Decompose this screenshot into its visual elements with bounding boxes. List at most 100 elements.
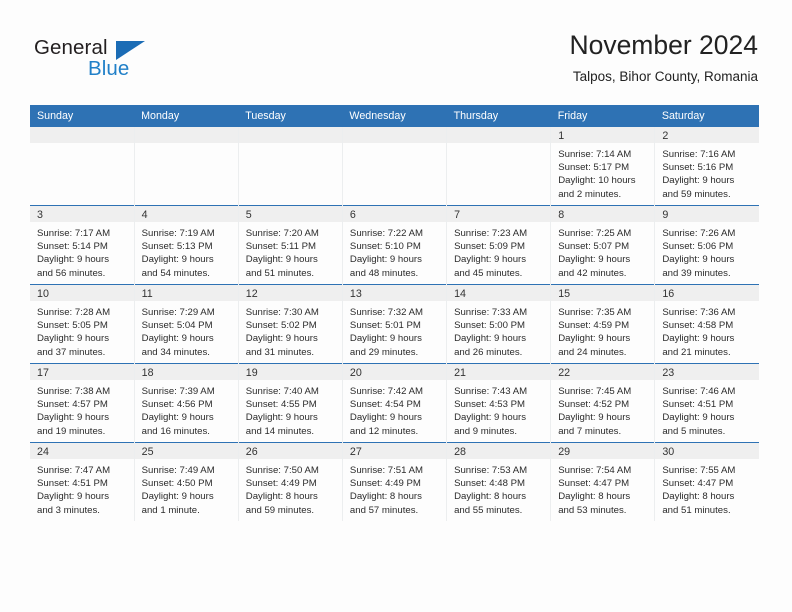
- calendar-week-row: 3 Sunrise: 7:17 AM Sunset: 5:14 PM Daylight…: [30, 205, 759, 285]
- day-sun-info: Sunrise: 7:39 AM Sunset: 4:56 PM Daylight:…: [135, 380, 238, 438]
- sunrise-text: Sunrise: 7:39 AM: [141, 386, 215, 397]
- daylight-text-line1: Daylight: 9 hours: [662, 175, 735, 187]
- calendar-day-cell[interactable]: 21 Sunrise: 7:43 AM Sunset: 4:53 PM Dayligh…: [446, 363, 552, 443]
- calendar-day-cell-empty: [341, 127, 448, 206]
- daylight-text-line1: Daylight: 9 hours: [558, 254, 631, 266]
- day-number: 3: [30, 206, 134, 222]
- day-sun-info: Sunrise: 7:19 AM Sunset: 5:13 PM Daylight:…: [135, 222, 238, 280]
- calendar-day-cell[interactable]: 2 Sunrise: 7:16 AM Sunset: 5:16 PM Daylight…: [654, 127, 759, 206]
- day-number: 30: [655, 443, 759, 459]
- brand-logo[interactable]: General Blue: [34, 36, 214, 86]
- calendar-day-cell[interactable]: 30 Sunrise: 7:55 AM Sunset: 4:47 PM Dayligh…: [654, 442, 759, 521]
- sunrise-text: Sunrise: 7:26 AM: [662, 228, 736, 239]
- daylight-text-line1: Daylight: 8 hours: [662, 491, 735, 503]
- calendar-day-cell[interactable]: 18 Sunrise: 7:39 AM Sunset: 4:56 PM Dayligh…: [133, 363, 239, 443]
- sunrise-text: Sunrise: 7:38 AM: [37, 386, 111, 397]
- day-number: [134, 127, 238, 143]
- daylight-text-line2: and 57 minutes.: [349, 504, 419, 516]
- calendar-week-row: 10 Sunrise: 7:28 AM Sunset: 5:05 PM Dayligh…: [30, 284, 759, 364]
- weekday-header-wednesday: Wednesday: [342, 105, 447, 127]
- sunset-text: Sunset: 5:04 PM: [141, 320, 213, 332]
- day-sun-info: Sunrise: 7:29 AM Sunset: 5:04 PM Daylight:…: [135, 301, 238, 359]
- daylight-text-line1: Daylight: 9 hours: [662, 412, 735, 424]
- calendar-day-cell[interactable]: 12 Sunrise: 7:30 AM Sunset: 5:02 PM Dayligh…: [237, 284, 343, 364]
- day-number: 10: [30, 285, 134, 301]
- calendar-day-cell[interactable]: 16 Sunrise: 7:36 AM Sunset: 4:58 PM Dayligh…: [654, 284, 759, 364]
- calendar-day-cell[interactable]: 1 Sunrise: 7:14 AM Sunset: 5:17 PM Daylight…: [550, 127, 656, 206]
- sunrise-text: Sunrise: 7:23 AM: [454, 228, 528, 239]
- sunrise-text: Sunrise: 7:20 AM: [245, 228, 319, 239]
- day-sun-info: Sunrise: 7:32 AM Sunset: 5:01 PM Daylight:…: [343, 301, 446, 359]
- daylight-text-line2: and 59 minutes.: [245, 504, 315, 516]
- calendar-day-cell[interactable]: 3 Sunrise: 7:17 AM Sunset: 5:14 PM Daylight…: [30, 205, 135, 285]
- sunset-text: Sunset: 4:58 PM: [662, 320, 734, 332]
- sunrise-text: Sunrise: 7:42 AM: [349, 386, 423, 397]
- calendar-week-row: 1 Sunrise: 7:14 AM Sunset: 5:17 PM Daylight…: [30, 127, 759, 206]
- calendar-day-cell[interactable]: 11 Sunrise: 7:29 AM Sunset: 5:04 PM Dayligh…: [133, 284, 239, 364]
- sunset-text: Sunset: 5:01 PM: [349, 320, 421, 332]
- daylight-text-line1: Daylight: 9 hours: [245, 254, 318, 266]
- calendar-day-cell-empty: [30, 127, 135, 206]
- sunrise-text: Sunrise: 7:32 AM: [349, 307, 423, 318]
- day-sun-info: Sunrise: 7:28 AM Sunset: 5:05 PM Daylight:…: [30, 301, 134, 359]
- sunset-text: Sunset: 4:49 PM: [245, 478, 317, 490]
- calendar-day-cell[interactable]: 26 Sunrise: 7:50 AM Sunset: 4:49 PM Dayligh…: [237, 442, 343, 521]
- calendar-day-cell[interactable]: 20 Sunrise: 7:42 AM Sunset: 4:54 PM Dayligh…: [341, 363, 448, 443]
- day-number: [30, 127, 134, 143]
- daylight-text-line1: Daylight: 9 hours: [37, 412, 109, 424]
- sunset-text: Sunset: 4:59 PM: [558, 320, 630, 332]
- daylight-text-line2: and 24 minutes.: [558, 346, 627, 358]
- daylight-text-line1: Daylight: 8 hours: [349, 491, 422, 503]
- day-sun-info: Sunrise: 7:46 AM Sunset: 4:51 PM Daylight:…: [655, 380, 759, 438]
- title-block: November 2024 Talpos, Bihor County, Roma…: [569, 30, 758, 84]
- daylight-text-line1: Daylight: 8 hours: [454, 491, 527, 503]
- calendar-day-cell[interactable]: 9 Sunrise: 7:26 AM Sunset: 5:06 PM Daylight…: [654, 205, 759, 285]
- calendar-day-cell[interactable]: 19 Sunrise: 7:40 AM Sunset: 4:55 PM Dayligh…: [237, 363, 343, 443]
- calendar-day-cell[interactable]: 13 Sunrise: 7:32 AM Sunset: 5:01 PM Dayligh…: [341, 284, 448, 364]
- daylight-text-line2: and 37 minutes.: [37, 346, 106, 358]
- sunset-text: Sunset: 4:56 PM: [141, 399, 213, 411]
- day-number: [447, 127, 551, 143]
- daylight-text-line1: Daylight: 8 hours: [245, 491, 318, 503]
- day-number: [342, 127, 447, 143]
- calendar-day-cell[interactable]: 17 Sunrise: 7:38 AM Sunset: 4:57 PM Dayligh…: [30, 363, 135, 443]
- calendar-day-cell[interactable]: 4 Sunrise: 7:19 AM Sunset: 5:13 PM Daylight…: [133, 205, 239, 285]
- sunrise-text: Sunrise: 7:49 AM: [141, 465, 215, 476]
- calendar-day-cell-empty: [446, 127, 552, 206]
- day-sun-info: Sunrise: 7:49 AM Sunset: 4:50 PM Daylight:…: [135, 459, 238, 517]
- sunrise-text: Sunrise: 7:22 AM: [349, 228, 423, 239]
- calendar-day-cell[interactable]: 27 Sunrise: 7:51 AM Sunset: 4:49 PM Dayligh…: [341, 442, 448, 521]
- daylight-text-line1: Daylight: 9 hours: [558, 412, 631, 424]
- sunrise-text: Sunrise: 7:29 AM: [141, 307, 215, 318]
- calendar-day-cell[interactable]: 10 Sunrise: 7:28 AM Sunset: 5:05 PM Dayligh…: [30, 284, 135, 364]
- calendar-day-cell[interactable]: 23 Sunrise: 7:46 AM Sunset: 4:51 PM Dayligh…: [654, 363, 759, 443]
- calendar-day-cell[interactable]: 29 Sunrise: 7:54 AM Sunset: 4:47 PM Dayligh…: [550, 442, 656, 521]
- daylight-text-line2: and 48 minutes.: [349, 267, 419, 279]
- calendar-day-cell[interactable]: 5 Sunrise: 7:20 AM Sunset: 5:11 PM Daylight…: [237, 205, 343, 285]
- sunrise-text: Sunrise: 7:46 AM: [662, 386, 736, 397]
- calendar-day-cell[interactable]: 15 Sunrise: 7:35 AM Sunset: 4:59 PM Dayligh…: [550, 284, 656, 364]
- sunrise-text: Sunrise: 7:50 AM: [245, 465, 319, 476]
- calendar-day-cell[interactable]: 25 Sunrise: 7:49 AM Sunset: 4:50 PM Dayligh…: [133, 442, 239, 521]
- day-number: 8: [551, 206, 655, 222]
- daylight-text-line1: Daylight: 9 hours: [558, 333, 631, 345]
- daylight-text-line2: and 9 minutes.: [454, 425, 517, 437]
- day-number: [238, 127, 342, 143]
- calendar-day-cell[interactable]: 7 Sunrise: 7:23 AM Sunset: 5:09 PM Daylight…: [446, 205, 552, 285]
- daylight-text-line2: and 51 minutes.: [245, 267, 315, 279]
- calendar-day-cell[interactable]: 6 Sunrise: 7:22 AM Sunset: 5:10 PM Daylight…: [341, 205, 448, 285]
- calendar-day-cell[interactable]: 14 Sunrise: 7:33 AM Sunset: 5:00 PM Dayligh…: [446, 284, 552, 364]
- sunset-text: Sunset: 4:50 PM: [141, 478, 213, 490]
- day-number: 22: [551, 364, 655, 380]
- day-number: 23: [655, 364, 759, 380]
- calendar-day-cell[interactable]: 22 Sunrise: 7:45 AM Sunset: 4:52 PM Dayligh…: [550, 363, 656, 443]
- page-subtitle: Talpos, Bihor County, Romania: [572, 69, 758, 85]
- sunset-text: Sunset: 4:55 PM: [245, 399, 317, 411]
- calendar-day-cell[interactable]: 24 Sunrise: 7:47 AM Sunset: 4:51 PM Dayligh…: [30, 442, 135, 521]
- calendar-day-cell[interactable]: 28 Sunrise: 7:53 AM Sunset: 4:48 PM Dayligh…: [446, 442, 552, 521]
- day-sun-info: Sunrise: 7:26 AM Sunset: 5:06 PM Daylight:…: [655, 222, 759, 280]
- logo-text-blue: Blue: [88, 57, 130, 80]
- calendar-header-row: Sunday Monday Tuesday Wednesday Thursday…: [30, 105, 759, 127]
- calendar-day-cell[interactable]: 8 Sunrise: 7:25 AM Sunset: 5:07 PM Daylight…: [550, 205, 656, 285]
- sunrise-text: Sunrise: 7:47 AM: [37, 465, 111, 476]
